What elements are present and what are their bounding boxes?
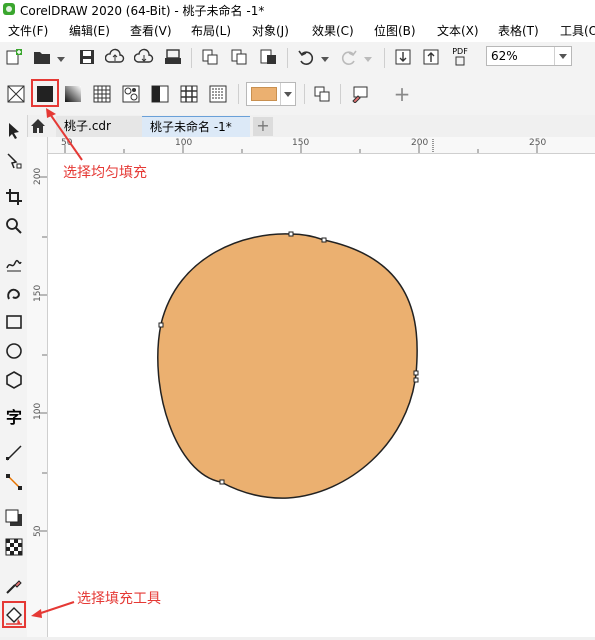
menu-layout[interactable]: 布局(L) [191, 22, 231, 39]
two-color-pattern-fill-icon[interactable] [148, 82, 172, 106]
fill-tool-annotation: 选择填充工具 [77, 591, 161, 607]
menu-file[interactable]: 文件(F) [8, 22, 48, 39]
uniform-fill-annotation: 选择均匀填充 [63, 165, 147, 181]
shape-tool-icon[interactable] [3, 150, 25, 172]
fountain-fill-icon[interactable] [61, 82, 85, 106]
color-dropdown-icon[interactable] [280, 83, 295, 105]
open-dropdown-icon[interactable] [57, 57, 65, 62]
vertical-ruler[interactable]: 200 150 100 50 [27, 137, 48, 637]
redo-icon[interactable] [339, 47, 359, 67]
export-icon[interactable] [421, 47, 441, 67]
menu-table[interactable]: 表格(T) [498, 22, 539, 39]
crop-tool-icon[interactable] [3, 186, 25, 208]
tab-untitled-peach[interactable]: 桃子未命名 -1* [142, 116, 250, 137]
polygon-tool-icon[interactable] [3, 369, 25, 391]
postscript-fill-icon[interactable] [206, 82, 230, 106]
drop-shadow-tool-icon[interactable] [3, 507, 25, 529]
add-icon[interactable]: + [390, 82, 414, 106]
zoom-dropdown-icon[interactable] [554, 47, 571, 65]
ruler-v-label: 200 [33, 167, 43, 185]
eyedropper-tool-icon[interactable] [3, 575, 25, 597]
save-icon[interactable] [77, 47, 97, 67]
menu-text[interactable]: 文本(X) [437, 22, 479, 39]
peach-shape[interactable] [157, 233, 418, 499]
copy-fill-icon[interactable] [310, 82, 334, 106]
zoom-level-combobox[interactable]: 62% [486, 46, 572, 66]
menu-effects[interactable]: 效果(C) [312, 22, 354, 39]
ruler-h-label: 150 [292, 138, 310, 148]
paste-icon[interactable] [258, 47, 278, 67]
undo-dropdown-icon[interactable] [321, 57, 329, 62]
ruler-v-label: 50 [33, 525, 43, 537]
ruler-v-label: 150 [33, 284, 43, 302]
fill-color-picker[interactable] [246, 82, 296, 106]
artistic-media-tool-icon[interactable] [3, 281, 25, 303]
title-bar: CorelDRAW 2020 (64-Bit) - 桃子未命名 -1* [0, 0, 595, 18]
rectangle-tool-icon[interactable] [3, 311, 25, 333]
node-handle[interactable] [413, 377, 419, 383]
undo-icon[interactable] [296, 47, 316, 67]
node-handle[interactable] [413, 370, 419, 376]
fill-color-swatch [251, 87, 277, 101]
ruler-h-label: 100 [175, 138, 193, 148]
node-handle[interactable] [219, 479, 225, 485]
ruler-v-label: 100 [33, 402, 43, 420]
menu-bar: 文件(F) 编辑(E) 查看(V) 布局(L) 对象(J) 效果(C) 位图(B… [0, 18, 595, 42]
new-document-icon[interactable] [4, 47, 24, 67]
fill-tool-highlight [2, 601, 26, 628]
open-folder-icon[interactable] [32, 47, 52, 67]
zoom-tool-icon[interactable] [3, 215, 25, 237]
edit-fill-icon[interactable] [348, 82, 372, 106]
tab-peach-cdr[interactable]: 桃子.cdr [56, 116, 142, 137]
home-icon[interactable] [27, 115, 49, 137]
node-handle[interactable] [321, 237, 327, 243]
menu-bitmaps[interactable]: 位图(B) [374, 22, 416, 39]
pick-tool-icon[interactable] [3, 120, 25, 142]
menu-edit[interactable]: 编辑(E) [69, 22, 110, 39]
node-handle[interactable] [288, 231, 294, 237]
menu-object[interactable]: 对象(J) [252, 22, 289, 39]
redo-dropdown-icon[interactable] [364, 57, 372, 62]
cloud-upload-icon[interactable] [105, 47, 125, 67]
vector-pattern-fill-icon[interactable] [90, 82, 114, 106]
texture-fill-icon[interactable] [177, 82, 201, 106]
cut-icon[interactable] [200, 47, 220, 67]
window-title: CorelDRAW 2020 (64-Bit) - 桃子未命名 -1* [20, 4, 265, 18]
connector-tool-icon[interactable] [3, 471, 25, 493]
ruler-h-label: 200 [411, 138, 429, 148]
ruler-h-label: 50 [61, 138, 73, 148]
uniform-fill-highlight [31, 79, 59, 107]
add-tab-button[interactable]: + [253, 117, 273, 136]
zoom-level-value: 62% [491, 49, 518, 63]
text-tool-icon[interactable]: 字 [3, 405, 25, 427]
import-icon[interactable] [393, 47, 413, 67]
publish-pdf-icon[interactable]: PDF [450, 47, 470, 67]
property-bar: + [0, 72, 595, 116]
horizontal-ruler[interactable]: 50 100 150 200 250 [47, 137, 595, 154]
freehand-tool-icon[interactable] [3, 252, 25, 274]
ruler-h-label: 250 [529, 138, 547, 148]
canvas-svg [157, 231, 419, 499]
node-handle[interactable] [158, 322, 164, 328]
drawing-canvas[interactable] [48, 154, 595, 637]
copy-icon[interactable] [229, 47, 249, 67]
pdf-label: PDF [452, 47, 468, 56]
toolbox: 字 [0, 115, 28, 637]
coreldraw-logo-icon [3, 3, 15, 15]
menu-view[interactable]: 查看(V) [130, 22, 172, 39]
print-icon[interactable] [163, 47, 183, 67]
ellipse-tool-icon[interactable] [3, 340, 25, 362]
bitmap-pattern-fill-icon[interactable] [119, 82, 143, 106]
no-fill-icon[interactable] [4, 82, 28, 106]
cloud-download-icon[interactable] [134, 47, 154, 67]
menu-tools[interactable]: 工具(O [560, 22, 595, 39]
parallel-dimension-tool-icon[interactable] [3, 442, 25, 464]
transparency-tool-icon[interactable] [3, 536, 25, 558]
